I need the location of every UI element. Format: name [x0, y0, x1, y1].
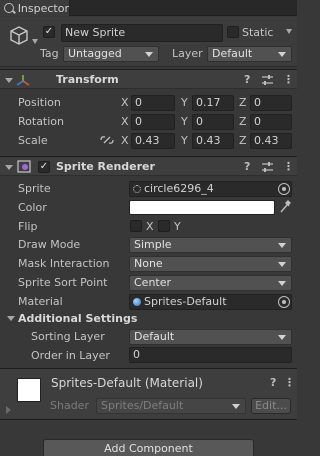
chevron-down-icon[interactable]	[32, 39, 38, 44]
object-picker-icon[interactable]	[278, 183, 290, 195]
material-label: Material	[18, 295, 63, 308]
draw-mode-dropdown[interactable]: Simple	[129, 237, 292, 253]
foldout-arrow-icon[interactable]	[6, 406, 11, 414]
sorting-layer-dropdown[interactable]: Default	[129, 329, 292, 345]
sprite-asset-icon	[133, 185, 141, 193]
shader-label: Shader	[50, 399, 89, 412]
sprite-object-field[interactable]: circle6296_4	[129, 181, 292, 197]
scale-y-field[interactable]: 0.43	[192, 133, 234, 149]
material-panel: Sprites-Default (Material) ? ⋮ Shader Sp…	[0, 368, 297, 420]
sprite-sort-point-label: Sprite Sort Point	[18, 276, 108, 289]
color-label: Color	[18, 201, 47, 214]
foldout-arrow-icon[interactable]	[7, 316, 15, 321]
help-icon[interactable]: ?	[244, 73, 250, 86]
position-x-field[interactable]: 0	[131, 95, 175, 111]
transform-title: Transform	[56, 73, 119, 86]
static-checkbox[interactable]	[227, 26, 239, 38]
transform-axes-icon	[16, 75, 30, 86]
scale-x-axis[interactable]: X	[121, 134, 129, 147]
sprite-label: Sprite	[18, 182, 51, 195]
presets-sliders-icon[interactable]	[262, 162, 273, 172]
tab-bar: Inspector	[0, 0, 297, 16]
layer-label: Layer	[172, 47, 203, 60]
search-icon	[4, 3, 14, 13]
flip-y-label: Y	[174, 220, 181, 233]
foldout-arrow-icon[interactable]	[5, 165, 13, 170]
rotation-z-field[interactable]: 0	[250, 114, 292, 130]
material-title: Sprites-Default (Material)	[51, 376, 203, 390]
rotation-y-axis[interactable]: Y	[181, 115, 188, 128]
gameobject-cube-icon	[10, 26, 28, 45]
rotation-label: Rotation	[18, 115, 65, 128]
layer-dropdown[interactable]: Default	[207, 46, 292, 62]
presets-sliders-icon[interactable]	[262, 75, 273, 85]
sprite-renderer-header[interactable]: ✓ Sprite Renderer ? ⋮	[0, 156, 297, 176]
tag-dropdown[interactable]: Untagged	[63, 46, 159, 62]
color-swatch[interactable]	[129, 200, 275, 215]
position-y-axis[interactable]: Y	[181, 96, 188, 109]
more-options-icon[interactable]: ⋮	[283, 160, 294, 173]
rotation-z-axis[interactable]: Z	[239, 115, 247, 128]
sprite-renderer-enabled-checkbox[interactable]: ✓	[38, 161, 50, 173]
add-component-button[interactable]: Add Component	[43, 439, 254, 456]
foldout-arrow-icon[interactable]	[5, 78, 13, 83]
flip-x-checkbox[interactable]	[130, 220, 142, 232]
tab-inspector[interactable]: Inspector	[0, 0, 70, 16]
constrain-proportions-link-icon[interactable]	[100, 135, 114, 145]
flip-x-label: X	[146, 220, 154, 233]
transform-header[interactable]: Transform ? ⋮	[0, 69, 297, 89]
tab-label: Inspector	[17, 1, 69, 15]
material-value: Sprites-Default	[144, 295, 227, 308]
active-checkbox[interactable]: ✓	[43, 26, 55, 38]
mask-interaction-label: Mask Interaction	[18, 257, 110, 270]
chevron-down-icon[interactable]	[286, 29, 292, 34]
position-x-axis[interactable]: X	[121, 96, 129, 109]
position-label: Position	[18, 96, 61, 109]
more-options-icon[interactable]: ⋮	[284, 376, 295, 389]
tag-label: Tag	[40, 47, 59, 60]
rotation-y-field[interactable]: 0	[192, 114, 234, 130]
static-label: Static	[242, 26, 274, 39]
mask-interaction-dropdown[interactable]: None	[129, 256, 292, 272]
rotation-x-axis[interactable]: X	[121, 115, 129, 128]
scale-x-field[interactable]: 0.43	[131, 133, 175, 149]
order-in-layer-field[interactable]: 0	[129, 347, 292, 363]
material-object-field[interactable]: Sprites-Default	[129, 294, 292, 310]
object-header: ✓ New Sprite Static Tag Untagged Layer D…	[0, 17, 297, 67]
sprite-value: circle6296_4	[144, 182, 214, 195]
help-icon[interactable]: ?	[270, 376, 276, 389]
rotation-x-field[interactable]: 0	[131, 114, 175, 130]
sorting-layer-label: Sorting Layer	[31, 330, 105, 343]
position-z-axis[interactable]: Z	[239, 96, 247, 109]
edit-shader-button[interactable]: Edit...	[251, 398, 291, 414]
scale-z-field[interactable]: 0.43	[250, 133, 292, 149]
material-preview-thumbnail	[17, 378, 41, 402]
scale-z-axis[interactable]: Z	[239, 134, 247, 147]
flip-label: Flip	[18, 220, 38, 233]
object-picker-icon[interactable]	[278, 296, 290, 308]
help-icon[interactable]: ?	[244, 160, 250, 173]
sprite-sort-point-dropdown[interactable]: Center	[129, 275, 292, 291]
material-sphere-icon	[133, 298, 141, 306]
object-name-field[interactable]: New Sprite	[61, 24, 223, 42]
shader-dropdown[interactable]: Sprites/Default	[96, 398, 246, 414]
eyedropper-icon[interactable]	[279, 200, 291, 214]
scale-y-axis[interactable]: Y	[181, 134, 188, 147]
draw-mode-label: Draw Mode	[18, 238, 81, 251]
flip-y-checkbox[interactable]	[158, 220, 170, 232]
more-options-icon[interactable]: ⋮	[283, 73, 294, 86]
position-y-field[interactable]: 0.17	[192, 95, 234, 111]
additional-settings-title[interactable]: Additional Settings	[18, 312, 137, 325]
position-z-field[interactable]: 0	[250, 95, 292, 111]
sprite-renderer-icon	[17, 160, 31, 173]
sprite-renderer-title: Sprite Renderer	[56, 160, 155, 173]
scale-label: Scale	[18, 134, 48, 147]
order-in-layer-label: Order in Layer	[31, 349, 110, 362]
